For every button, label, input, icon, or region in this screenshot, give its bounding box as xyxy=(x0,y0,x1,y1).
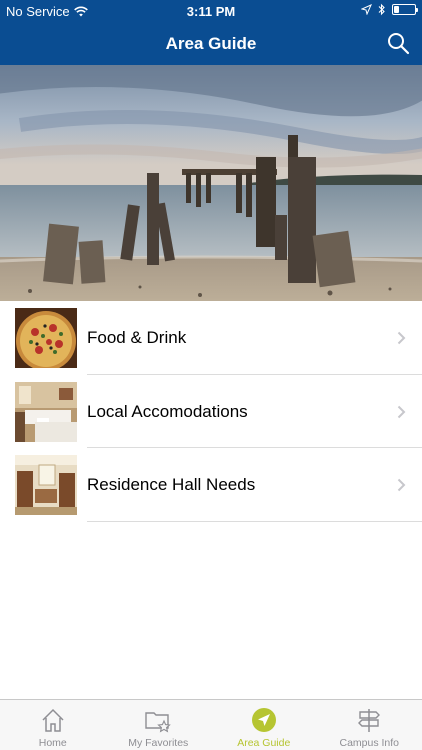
status-time: 3:11 PM xyxy=(186,4,236,19)
search-icon[interactable] xyxy=(386,31,410,55)
list-item-local-accomodations[interactable]: Local Accomodations xyxy=(0,375,422,449)
category-list: Food & Drink Local Accomodations Residen… xyxy=(0,301,422,523)
tab-bar: Home My Favorites Area Guide Campus Info xyxy=(0,699,422,750)
signpost-icon xyxy=(358,709,381,732)
favorites-folder-icon xyxy=(145,712,172,733)
dorm-room-photo xyxy=(15,455,77,516)
tab-label: Area Guide xyxy=(237,737,291,749)
navigation-arrow-icon xyxy=(251,708,276,732)
chevron-right-icon xyxy=(397,331,406,345)
tab-label: Home xyxy=(38,737,67,749)
chevron-right-icon xyxy=(397,405,406,418)
tab-label: My Favorites xyxy=(128,737,189,749)
tab-campus-info[interactable]: Campus Info xyxy=(317,700,422,750)
hero-image xyxy=(0,65,422,301)
divider xyxy=(87,521,422,523)
tab-my-favorites[interactable]: My Favorites xyxy=(106,700,212,750)
tab-area-guide[interactable]: Area Guide xyxy=(211,700,317,750)
list-item-residence-hall-needs[interactable]: Residence Hall Needs xyxy=(0,448,422,523)
chevron-right-icon xyxy=(397,479,406,492)
page-title: Area Guide xyxy=(165,34,257,53)
tab-label: Campus Info xyxy=(339,737,400,749)
hotel-room-photo xyxy=(15,381,77,442)
status-bar: No Service 3:11 PM xyxy=(0,0,422,22)
pizza-photo xyxy=(15,308,77,368)
list-item-label: Food & Drink xyxy=(87,328,187,347)
location-arrow-icon xyxy=(361,4,372,15)
navigation-bar: No Service 3:11 PM Area Guide xyxy=(0,0,422,65)
tab-home[interactable]: Home xyxy=(0,700,106,750)
battery-icon xyxy=(392,4,418,15)
home-icon xyxy=(42,708,64,732)
list-item-label: Residence Hall Needs xyxy=(87,475,256,495)
bluetooth-icon xyxy=(378,3,385,16)
list-item-food-drink[interactable]: Food & Drink xyxy=(0,301,422,375)
list-item-label: Local Accomodations xyxy=(87,401,248,421)
